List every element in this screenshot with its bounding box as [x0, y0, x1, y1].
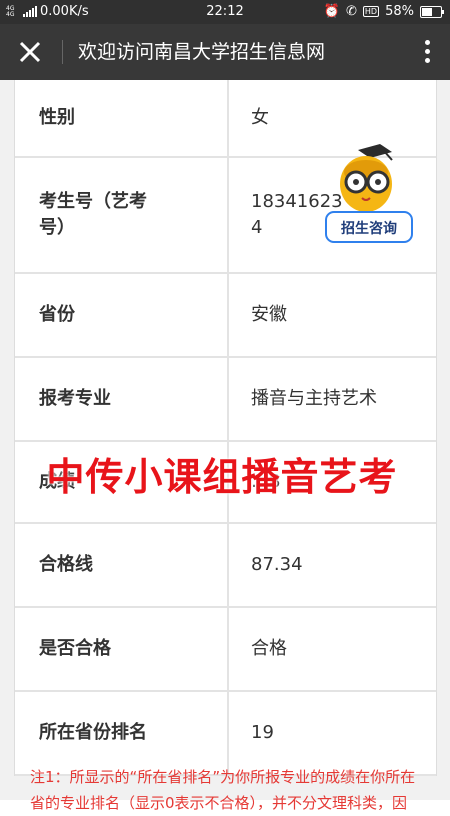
- battery-icon: [420, 5, 444, 18]
- table-row: 省份 安徽: [15, 274, 436, 358]
- row-label: 性别: [15, 80, 229, 156]
- status-bar: 4G 4G 0.00K/s 22:12 ⏰ ✆ HD 58%: [0, 0, 450, 24]
- table-row: 合格线 87.34: [15, 524, 436, 608]
- mascot-icon: [340, 144, 393, 212]
- table-row: 报考专业 播音与主持艺术: [15, 358, 436, 442]
- row-value: 播音与主持艺术: [251, 388, 377, 409]
- footnote: 注1：所显示的“所在省排名”为你所报专业的成绩在你所在省的专业排名（显示0表示不…: [30, 768, 416, 812]
- alarm-icon: ⏰: [323, 4, 340, 19]
- row-label: 是否合格: [15, 608, 229, 690]
- battery-percent: 58%: [385, 4, 414, 19]
- row-label: 报考专业: [15, 358, 229, 440]
- admissions-consult-widget[interactable]: 招生咨询: [322, 144, 414, 246]
- hd-badge: HD: [362, 6, 380, 17]
- promo-banner-text: 中传小课组播音艺考: [46, 455, 398, 499]
- close-icon[interactable]: [16, 38, 44, 66]
- more-options-icon[interactable]: [424, 40, 430, 64]
- row-value: 87.34: [251, 554, 303, 575]
- consult-button-label[interactable]: 招生咨询: [341, 220, 397, 237]
- row-value: 19: [251, 722, 274, 743]
- page-title: 欢迎访问南昌大学招生信息网: [78, 41, 326, 63]
- row-label: 合格线: [15, 524, 229, 606]
- phone-icon: ✆: [346, 4, 357, 19]
- title-divider: [62, 40, 63, 64]
- table-row: 是否合格 合格: [15, 608, 436, 692]
- row-label: 省份: [15, 274, 229, 356]
- row-label: 考生号（艺考 号）: [15, 158, 229, 272]
- row-label: 所在省份排名: [15, 692, 229, 774]
- title-bar: 欢迎访问南昌大学招生信息网: [0, 24, 450, 80]
- row-value: 合格: [251, 638, 287, 659]
- row-value: 安徽: [251, 304, 287, 325]
